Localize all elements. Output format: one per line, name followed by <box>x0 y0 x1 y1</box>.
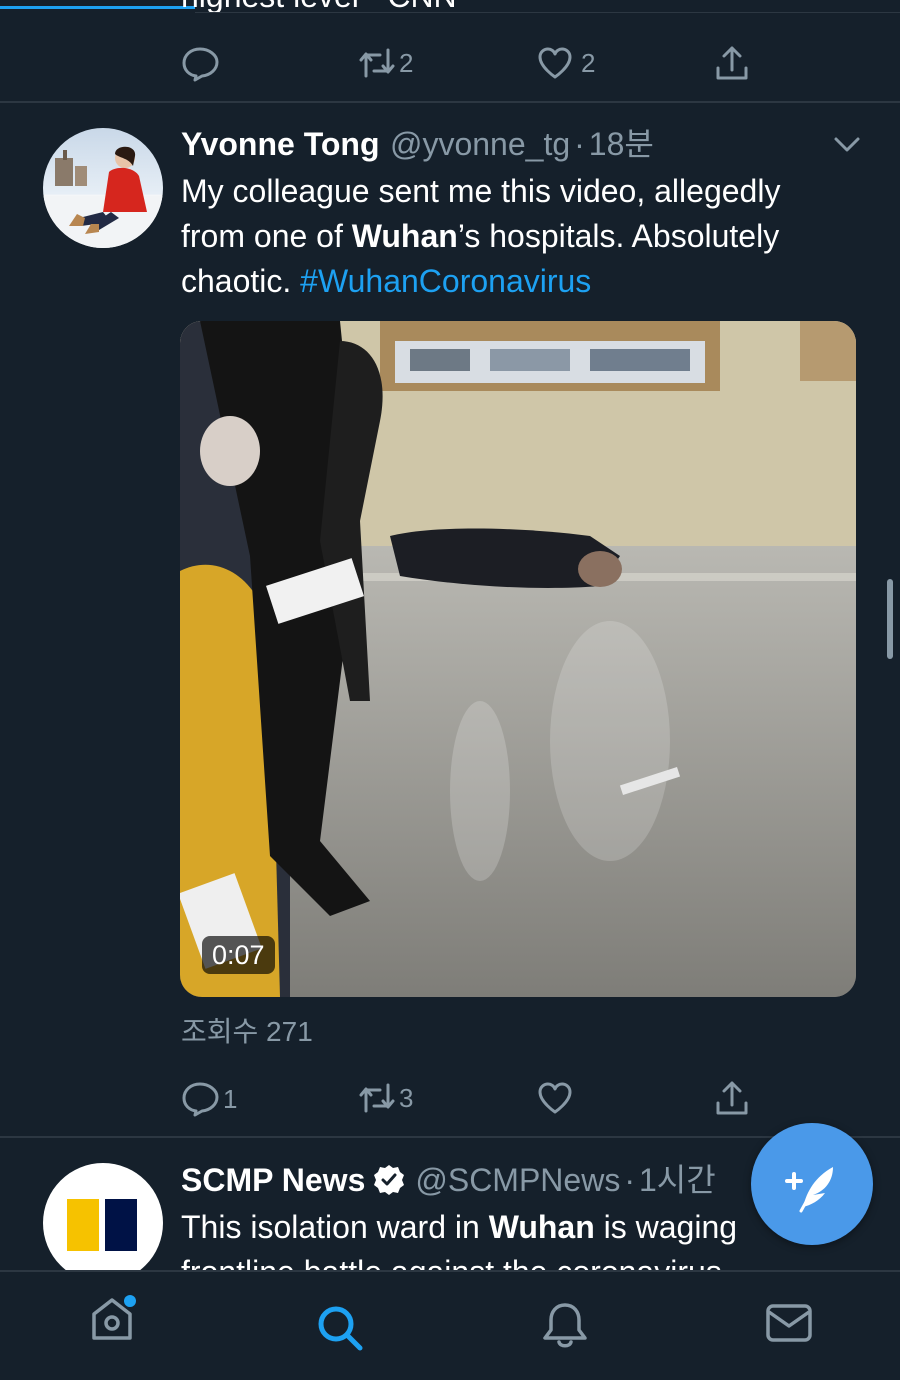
prev-retweet-button[interactable]: 2 <box>357 46 413 80</box>
search-icon <box>318 1306 363 1351</box>
highlighted-keyword: Wuhan <box>351 218 458 254</box>
tweet-text-line: This isolation ward in Wuhan is waging <box>181 1209 738 1245</box>
heart-icon <box>538 1082 572 1114</box>
verified-badge-icon <box>374 1165 405 1195</box>
nav-home-button[interactable] <box>88 1292 140 1349</box>
tweet-menu-button[interactable] <box>832 132 862 161</box>
video-duration-badge: 0:07 <box>202 936 275 974</box>
author-handle[interactable]: @SCMPNews <box>415 1160 620 1200</box>
heart-icon <box>538 47 572 79</box>
tweet-text-line: from one of Wuhan’s hospitals. Absolutel… <box>181 218 780 254</box>
separator-dot: · <box>624 1162 635 1198</box>
mail-icon <box>766 1304 812 1342</box>
retweet-count: 2 <box>399 47 414 78</box>
scmp-logo <box>67 1199 137 1251</box>
tweet-header: SCMP News @SCMPNews · 1시간 <box>181 1160 716 1200</box>
tweet-text-line: My colleague sent me this video, alleged… <box>181 173 781 209</box>
bell-icon <box>543 1303 587 1348</box>
tweet-timestamp[interactable]: 18분 <box>589 126 654 162</box>
avatar-yvonne-tong[interactable] <box>43 128 163 248</box>
author-name[interactable]: Yvonne Tong <box>181 126 380 162</box>
tweet-divider <box>0 101 900 103</box>
nav-messages-button[interactable] <box>764 1302 814 1351</box>
tweet-body: My colleague sent me this video, alleged… <box>181 169 780 304</box>
scrollbar-thumb[interactable] <box>887 579 893 659</box>
reply-button[interactable]: 1 <box>181 1081 237 1117</box>
like-button[interactable] <box>537 1081 573 1115</box>
chevron-down-icon <box>834 137 860 152</box>
home-icon <box>92 1295 136 1340</box>
compose-feather-icon <box>785 1167 833 1213</box>
tweet-text-line: frontline battle against the coronavirus <box>181 1250 737 1270</box>
tweet-header: Yvonne Tong @yvonne_tg · 18분 <box>181 124 654 171</box>
prev-reply-button[interactable] <box>181 46 219 82</box>
share-icon <box>716 46 748 80</box>
progress-track <box>195 12 900 13</box>
prev-like-button[interactable]: 2 <box>537 46 595 80</box>
progress-fill <box>0 6 195 9</box>
previous-tweet-text-fragment: highest level - CNN <box>181 0 457 12</box>
compose-tweet-button[interactable] <box>751 1123 873 1245</box>
author-handle[interactable]: @yvonne_tg <box>390 126 570 162</box>
view-count: 조회수 271 <box>181 1016 313 1047</box>
unread-dot <box>124 1295 136 1307</box>
retweet-count: 3 <box>399 1082 414 1113</box>
author-name[interactable]: SCMP News <box>181 1160 365 1200</box>
nav-search-button[interactable] <box>314 1302 366 1359</box>
avatar-scmp-news[interactable] <box>43 1163 163 1270</box>
tweet-timestamp[interactable]: 1시간 <box>639 1160 716 1200</box>
separator-dot: · <box>574 126 585 162</box>
avatar-photo <box>43 146 163 248</box>
tweet-text-line: chaotic. #WuhanCoronavirus <box>181 263 592 299</box>
like-count: 2 <box>581 47 596 78</box>
retweet-icon <box>359 48 395 78</box>
share-button[interactable] <box>714 1079 750 1117</box>
retweet-icon <box>359 1083 395 1113</box>
bottom-navigation-bar <box>0 1270 900 1380</box>
highlighted-keyword: Wuhan <box>488 1209 595 1245</box>
retweet-button[interactable]: 3 <box>357 1081 413 1115</box>
share-icon <box>716 1081 748 1115</box>
tweet-body: This isolation ward in Wuhan is waging f… <box>181 1205 737 1270</box>
reply-icon <box>182 47 219 82</box>
prev-share-button[interactable] <box>714 44 750 82</box>
nav-notifications-button[interactable] <box>540 1300 590 1357</box>
hashtag-link[interactable]: #WuhanCoronavirus <box>300 263 591 299</box>
video-frame <box>180 321 856 997</box>
reply-count: 1 <box>223 1083 238 1114</box>
reply-icon <box>182 1082 219 1117</box>
tweet-video[interactable]: 0:07 <box>180 321 856 997</box>
